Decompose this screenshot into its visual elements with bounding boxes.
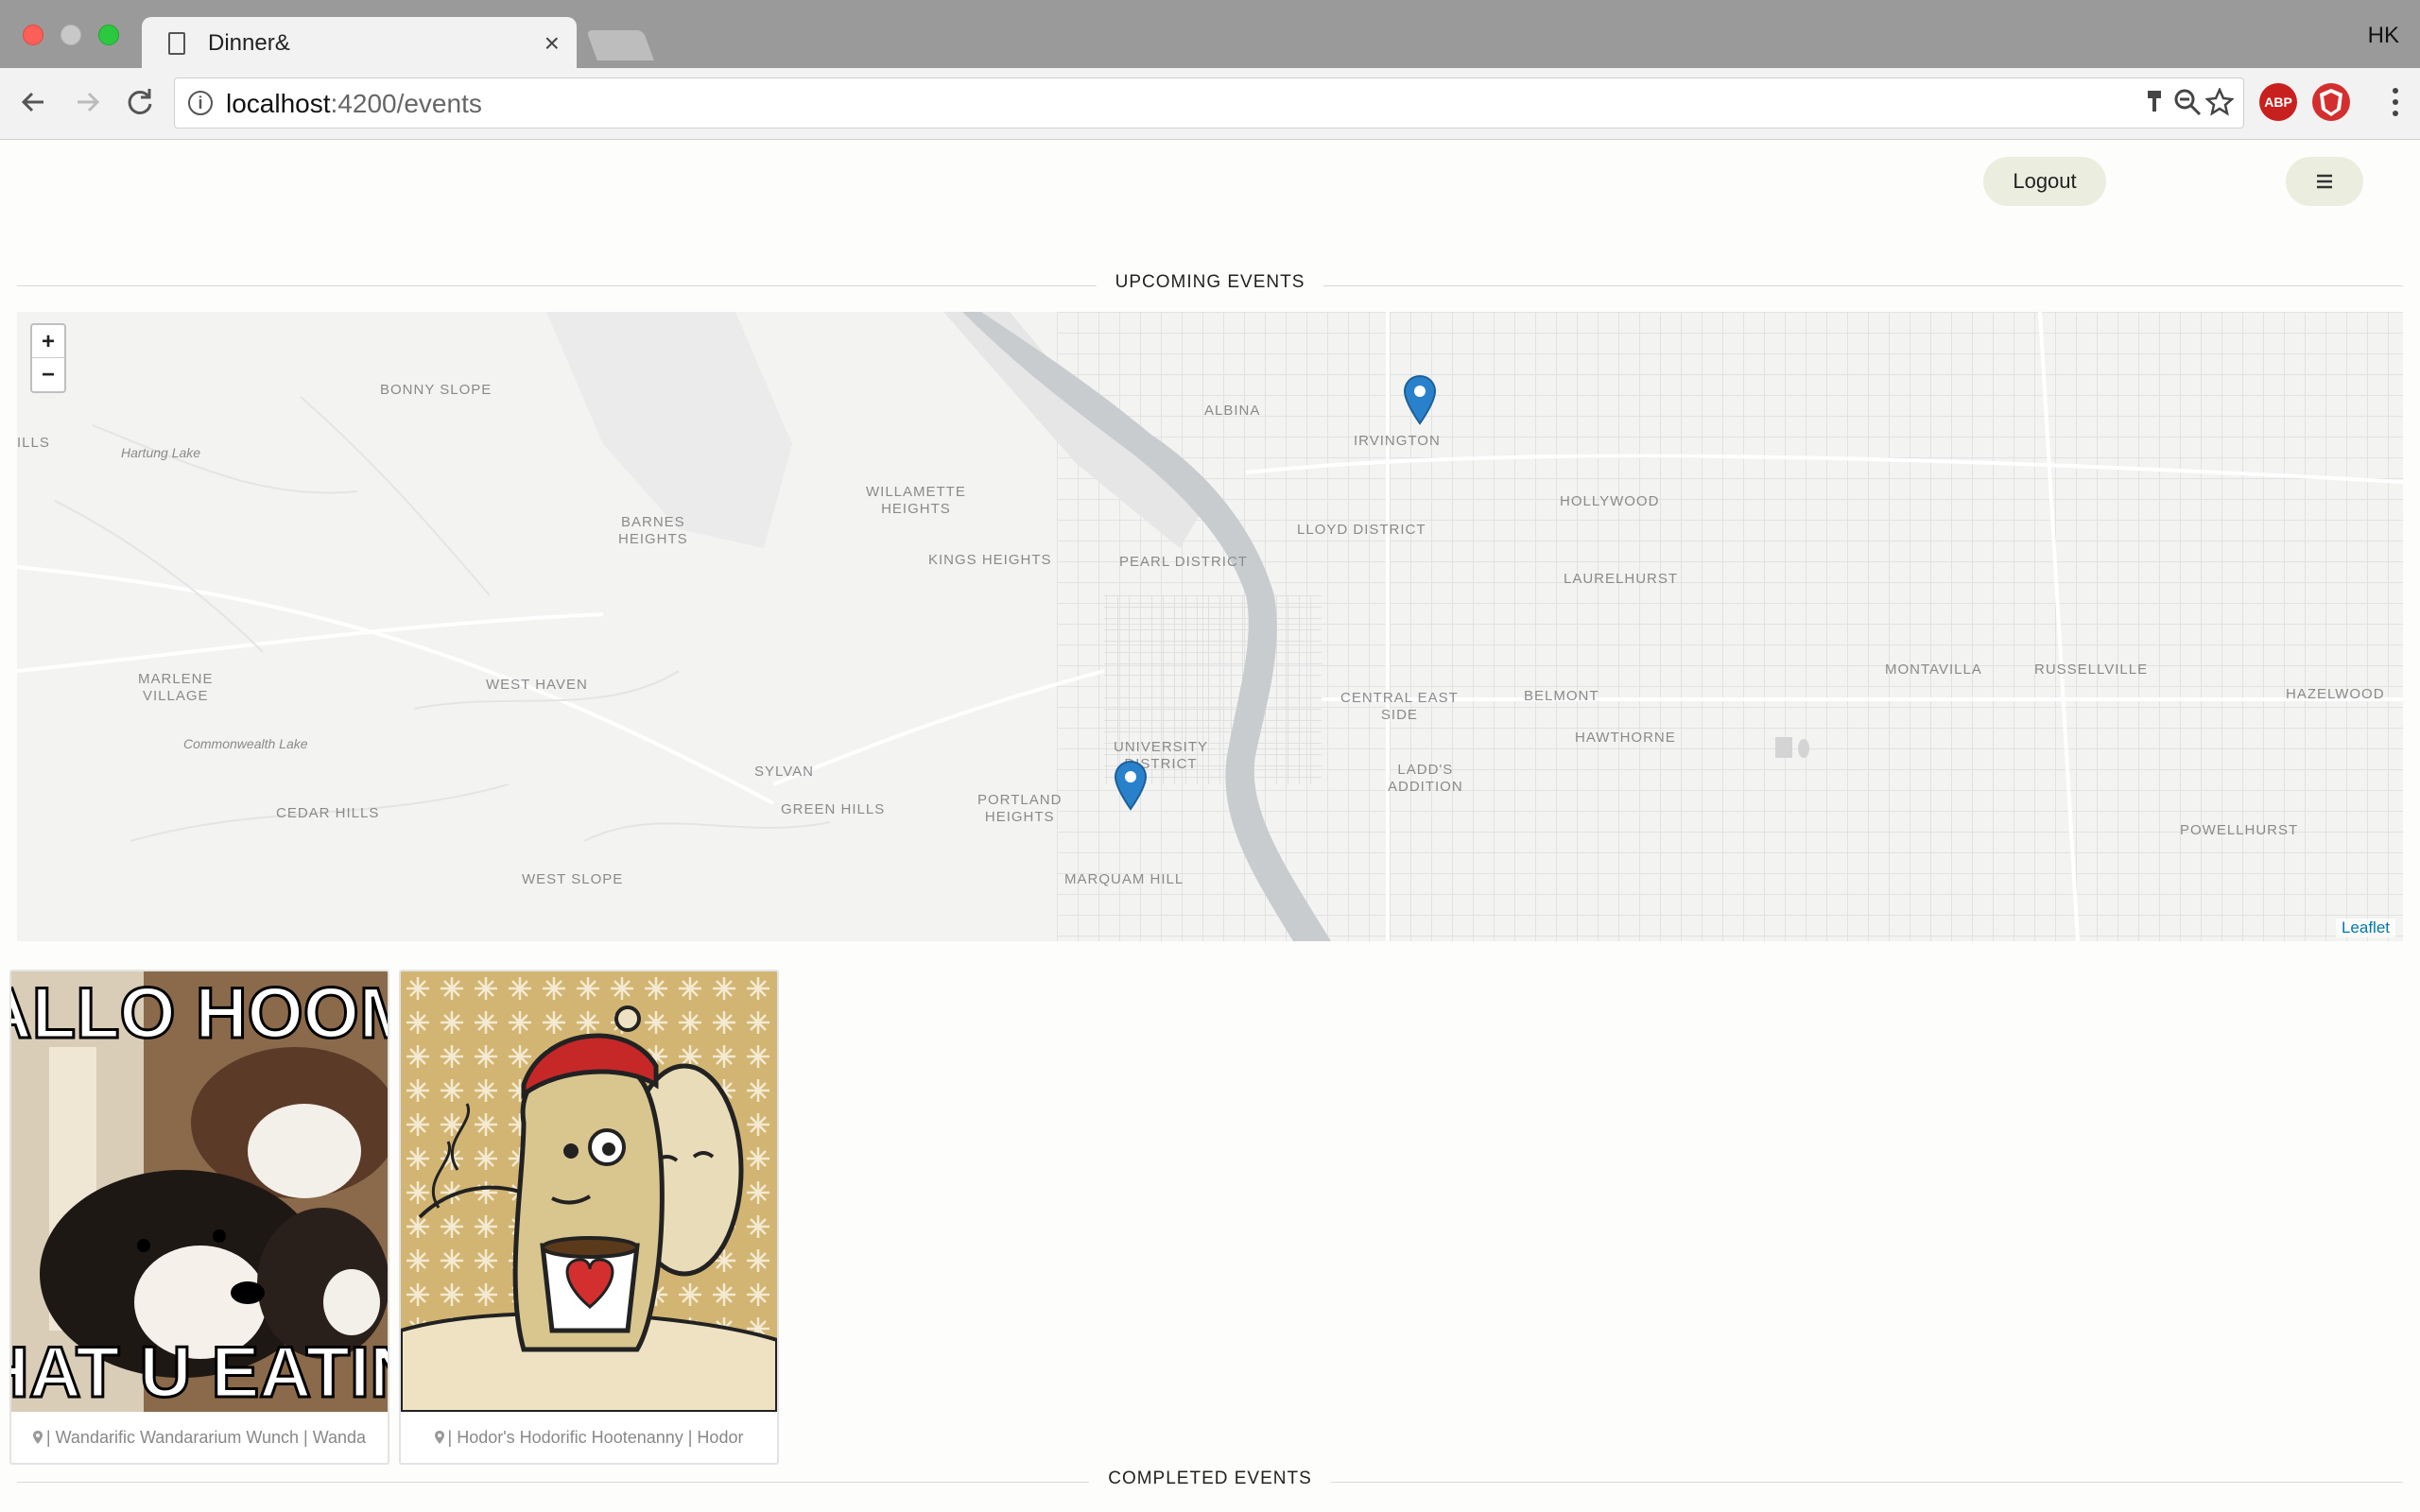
events-page: Logout UPCOMING EVENTS BONNY SLOPE Hartu… xyxy=(0,140,2420,1512)
events-map[interactable]: BONNY SLOPE Hartung Lake ILLS ALBINA IRV… xyxy=(17,312,2403,941)
map-label: KINGS HEIGHTS xyxy=(928,552,1052,568)
zoom-out-button[interactable]: − xyxy=(32,358,64,391)
event-caption: | Hodor's Hodorific Hootenanny | Hodor xyxy=(401,1412,777,1463)
browser-menu-icon[interactable] xyxy=(2386,83,2405,129)
map-label: BARNES HEIGHTS xyxy=(618,514,688,547)
map-label: RUSSELLVILLE xyxy=(2034,662,2149,678)
map-label: HOLLYWOOD xyxy=(1560,493,1660,509)
profile-button[interactable]: HK xyxy=(2368,23,2399,49)
map-label: POWELLHURST xyxy=(2180,822,2299,838)
bookmark-star-icon[interactable] xyxy=(2204,86,2235,123)
map-label: WILLAMETTE HEIGHTS xyxy=(866,484,966,517)
adblock-extension-icon[interactable]: ABP xyxy=(2259,83,2297,121)
completed-events-title: COMPLETED EVENTS xyxy=(1089,1469,1331,1489)
svg-text:HAT U EATIN: HAT U EATIN xyxy=(11,1332,388,1412)
back-button[interactable] xyxy=(15,83,53,121)
map-label: WEST SLOPE xyxy=(522,871,624,887)
tab-close-button[interactable]: × xyxy=(544,28,560,59)
map-label: HAZELWOOD xyxy=(2286,686,2385,702)
new-tab-button[interactable] xyxy=(586,30,654,60)
window-maximize-button[interactable] xyxy=(98,25,119,45)
zoom-in-button[interactable]: + xyxy=(32,325,64,358)
window-close-button[interactable] xyxy=(23,25,43,45)
event-image: ALLO HOOM HAT U EATIN xyxy=(11,971,388,1412)
window-minimize-button[interactable] xyxy=(60,25,81,45)
map-label: HAWTHORNE xyxy=(1575,730,1676,746)
url-text[interactable]: localhost:4200/events xyxy=(226,89,482,119)
event-image xyxy=(401,971,777,1412)
reload-icon xyxy=(128,89,152,114)
menu-button[interactable] xyxy=(2286,157,2363,206)
address-bar[interactable]: i localhost:4200/events xyxy=(174,77,2244,129)
map-label: Commonwealth Lake xyxy=(183,736,308,751)
upcoming-events-title: UPCOMING EVENTS xyxy=(1096,272,1324,293)
map-label: ALBINA xyxy=(1204,403,1261,419)
svg-text:ALLO HOOM: ALLO HOOM xyxy=(11,973,388,1054)
event-card[interactable]: ALLO HOOM HAT U EATIN | Wandarific Wanda… xyxy=(9,970,389,1465)
completed-events-heading: COMPLETED EVENTS xyxy=(17,1469,2403,1497)
zoom-icon[interactable] xyxy=(2173,88,2202,123)
map-label: CENTRAL EAST SIDE xyxy=(1340,690,1459,723)
map-label: IRVINGTON xyxy=(1354,433,1441,449)
map-label: MARLENE VILLAGE xyxy=(138,671,214,704)
map-marker-icon[interactable] xyxy=(1403,374,1437,425)
map-label: Hartung Lake xyxy=(121,445,201,460)
info-icon[interactable]: i xyxy=(188,91,213,115)
map-label: LAURELHURST xyxy=(1564,571,1679,587)
arrow-right-icon xyxy=(78,92,100,112)
map-label: PEARL DISTRICT xyxy=(1119,554,1248,570)
map-label: MARQUAM HILL xyxy=(1064,871,1184,887)
map-marker-icon[interactable] xyxy=(1114,760,1148,811)
event-card[interactable]: | Hodor's Hodorific Hootenanny | Hodor xyxy=(399,970,779,1465)
map-label: GREEN HILLS xyxy=(781,801,886,817)
map-zoom-control: + − xyxy=(30,323,66,393)
key-icon[interactable] xyxy=(2145,88,2166,123)
browser-tab-strip: Dinner& × HK xyxy=(0,0,2420,70)
reload-button[interactable] xyxy=(121,83,159,121)
tab-title: Dinner& xyxy=(208,30,290,56)
hamburger-icon xyxy=(2317,174,2332,189)
ublock-extension-icon[interactable] xyxy=(2312,83,2350,121)
browser-toolbar: i localhost:4200/events ABP xyxy=(0,68,2420,140)
map-label: CEDAR HILLS xyxy=(276,805,380,821)
map-label: WEST HAVEN xyxy=(486,677,588,693)
map-label: BONNY SLOPE xyxy=(380,382,493,398)
logout-button[interactable]: Logout xyxy=(1983,157,2106,206)
map-label: BELMONT xyxy=(1524,688,1599,704)
event-caption: | Wandarific Wandararium Wunch | Wanda xyxy=(11,1412,388,1463)
map-label: PORTLAND HEIGHTS xyxy=(977,792,1063,825)
arrow-left-icon xyxy=(21,92,43,112)
browser-tab[interactable]: Dinner& × xyxy=(142,17,577,70)
upcoming-events-heading: UPCOMING EVENTS xyxy=(17,272,2403,301)
map-marker-icon xyxy=(434,1431,444,1444)
map-label: ILLS xyxy=(17,435,50,451)
map-marker-icon xyxy=(32,1431,43,1444)
map-label: MONTAVILLA xyxy=(1885,662,1982,678)
map-label: SYLVAN xyxy=(754,764,814,780)
page-icon xyxy=(168,32,185,55)
map-label: LADD'S ADDITION xyxy=(1388,762,1463,795)
map-label: LLOYD DISTRICT xyxy=(1297,522,1426,538)
forward-button[interactable] xyxy=(68,83,106,121)
leaflet-attribution-link[interactable]: Leaflet xyxy=(2335,919,2395,937)
